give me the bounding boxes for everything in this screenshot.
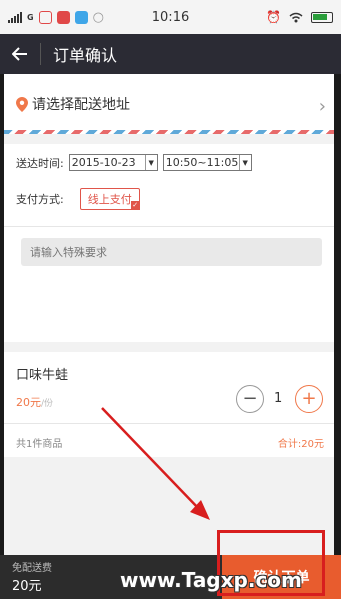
item-price-row: 20元/份 [16, 394, 53, 410]
decrease-quantity-button[interactable]: − [236, 385, 264, 413]
page-title: 订单确认 [53, 46, 118, 65]
item-price: 20元 [16, 396, 41, 409]
check-icon: ✓ [130, 201, 140, 210]
time-slot-select[interactable]: 10:50~11:05 ▼ [162, 154, 252, 171]
minus-icon: − [242, 388, 258, 409]
item-total: 合计:20元 [277, 439, 324, 450]
order-content: 请选择配送地址 › 送达时间: 2015-10-23 ▼ 10:50~11:05… [4, 74, 334, 555]
item-card: 口味牛蛙 20元/份 − 1 + 共1件商品 合计:20元 [4, 352, 334, 457]
item-name: 口味牛蛙 [16, 368, 69, 383]
plus-icon: + [301, 388, 317, 409]
title-bar: 订单确认 [0, 34, 341, 74]
order-form: 送达时间: 2015-10-23 ▼ 10:50~11:05 ▼ 支付方式: 线… [4, 144, 334, 342]
back-arrow-icon [12, 47, 27, 61]
battery-icon [311, 11, 333, 23]
payment-label: 支付方式: [16, 193, 64, 206]
payment-row: 支付方式: 线上支付 ✓ [16, 188, 140, 210]
special-request-input[interactable] [21, 238, 322, 266]
date-value: 2015-10-23 [71, 156, 136, 169]
divider [4, 226, 334, 227]
status-time: 10:16 [151, 9, 190, 25]
time-slot-value: 10:50~11:05 [165, 156, 239, 169]
payment-option-label: 线上支付 [87, 193, 132, 206]
status-bar: G ○ 10:16 ⏰ [0, 0, 341, 34]
airmail-border [4, 130, 334, 134]
item-count: 共1件商品 [16, 439, 63, 450]
back-button[interactable] [0, 34, 40, 74]
free-shipping-label: 免配送费 [12, 563, 52, 574]
item-unit: /份 [41, 399, 54, 409]
increase-quantity-button[interactable]: + [295, 385, 323, 413]
location-pin-icon [16, 96, 28, 112]
quantity-value: 1 [274, 391, 283, 406]
bottom-total-price: 20元 [12, 579, 42, 594]
payment-option-online[interactable]: 线上支付 ✓ [79, 188, 140, 210]
chevron-down-icon: ▼ [238, 155, 251, 170]
address-placeholder: 请选择配送地址 [32, 97, 130, 113]
date-select[interactable]: 2015-10-23 ▼ [68, 154, 158, 171]
divider [4, 423, 334, 424]
watermark: www.Tagxp.com [120, 568, 302, 592]
address-selector[interactable]: 请选择配送地址 › [4, 74, 334, 134]
chevron-right-icon: › [318, 96, 326, 117]
delivery-time-row: 送达时间: 2015-10-23 ▼ 10:50~11:05 ▼ [16, 154, 252, 171]
chevron-down-icon: ▼ [144, 155, 157, 170]
title-divider [40, 43, 41, 65]
delivery-time-label: 送达时间: [16, 156, 64, 170]
